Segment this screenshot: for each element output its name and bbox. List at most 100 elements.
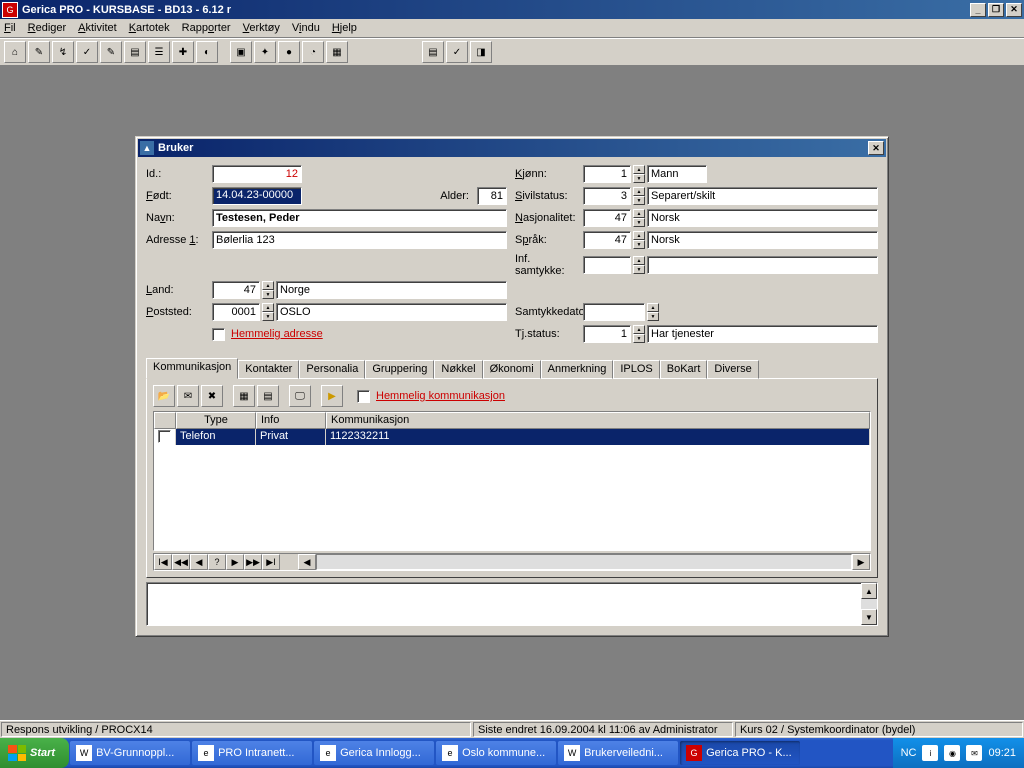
notes-textarea[interactable]: ▲ ▼ xyxy=(146,582,878,626)
toolbar-btn-4[interactable]: ✓ xyxy=(76,41,98,63)
poststed-name-field[interactable] xyxy=(276,303,507,321)
samtykkedato-field[interactable] xyxy=(583,303,645,321)
infsamtykke-name-field[interactable] xyxy=(647,256,878,274)
toolbar-btn-9[interactable]: ◐ xyxy=(196,41,218,63)
sivilstatus-code-field[interactable] xyxy=(583,187,631,205)
tab-anmerkning[interactable]: Anmerkning xyxy=(541,360,614,379)
row-checkbox[interactable] xyxy=(158,430,171,443)
sivilstatus-spinner[interactable]: ▲▼ xyxy=(633,187,645,205)
tjstatus-code-field[interactable] xyxy=(583,325,631,343)
toolbar-btn-8[interactable]: ✚ xyxy=(172,41,194,63)
panel-btn-view1[interactable]: ▦ xyxy=(233,385,255,407)
toolbar-btn-3[interactable]: ↯ xyxy=(52,41,74,63)
tab-nokkel[interactable]: Nøkkel xyxy=(434,360,482,379)
taskbar-item-4[interactable]: WBrukerveiledni... xyxy=(558,741,678,765)
kjonn-code-field[interactable] xyxy=(583,165,631,183)
panel-btn-delete[interactable]: ✖ xyxy=(201,385,223,407)
infsamtykke-spinner[interactable]: ▲▼ xyxy=(633,256,645,274)
infsamtykke-code-field[interactable] xyxy=(583,256,631,274)
navn-field[interactable] xyxy=(212,209,507,227)
sprak-name-field[interactable] xyxy=(647,231,878,249)
notes-scrollbar[interactable]: ▲ ▼ xyxy=(861,583,877,625)
nav-prevpage[interactable]: ◀◀ xyxy=(172,554,190,570)
panel-btn-view2[interactable]: ▤ xyxy=(257,385,279,407)
toolbar-btn-7[interactable]: ☰ xyxy=(148,41,170,63)
poststed-spinner[interactable]: ▲▼ xyxy=(262,303,274,321)
menu-rapporter[interactable]: Rapporter xyxy=(182,22,231,34)
toolbar-btn-11[interactable]: ✦ xyxy=(254,41,276,63)
menu-kartotek[interactable]: Kartotek xyxy=(129,22,170,34)
panel-btn-screen[interactable]: 🖵 xyxy=(289,385,311,407)
tab-kommunikasjon[interactable]: Kommunikasjon xyxy=(146,358,238,379)
tray-nc[interactable]: NC xyxy=(901,747,917,759)
menu-rediger[interactable]: Rediger xyxy=(28,22,67,34)
nasjonalitet-code-field[interactable] xyxy=(583,209,631,227)
table-row[interactable]: Telefon Privat 1122332211 xyxy=(154,429,870,445)
sivilstatus-name-field[interactable] xyxy=(647,187,878,205)
nav-scroll-left[interactable]: ◀ xyxy=(298,554,316,570)
tray-icon-3[interactable]: ✉ xyxy=(966,745,982,761)
id-field[interactable] xyxy=(212,165,302,183)
nav-last[interactable]: ▶I xyxy=(262,554,280,570)
nav-first[interactable]: I◀ xyxy=(154,554,172,570)
menu-aktivitet[interactable]: Aktivitet xyxy=(78,22,117,34)
kjonn-spinner[interactable]: ▲▼ xyxy=(633,165,645,183)
toolbar-btn-17[interactable]: ◨ xyxy=(470,41,492,63)
tray-icon-1[interactable]: i xyxy=(922,745,938,761)
scroll-up-icon[interactable]: ▲ xyxy=(861,583,877,599)
tjstatus-spinner[interactable]: ▲▼ xyxy=(633,325,645,343)
toolbar-btn-1[interactable]: ⌂ xyxy=(4,41,26,63)
tray-clock[interactable]: 09:21 xyxy=(988,747,1016,759)
tjstatus-name-field[interactable] xyxy=(647,325,878,343)
poststed-code-field[interactable] xyxy=(212,303,260,321)
tab-diverse[interactable]: Diverse xyxy=(707,360,758,379)
nav-prev[interactable]: ◀ xyxy=(190,554,208,570)
taskbar-item-0[interactable]: WBV-Grunnoppl... xyxy=(70,741,190,765)
toolbar-btn-5[interactable]: ✎ xyxy=(100,41,122,63)
tab-personalia[interactable]: Personalia xyxy=(299,360,365,379)
th-type[interactable]: Type xyxy=(176,412,256,429)
tab-iplos[interactable]: IPLOS xyxy=(613,360,659,379)
nasjonalitet-spinner[interactable]: ▲▼ xyxy=(633,209,645,227)
nav-next[interactable]: ▶ xyxy=(226,554,244,570)
toolbar-btn-13[interactable]: ◔ xyxy=(302,41,324,63)
toolbar-btn-10[interactable]: ▣ xyxy=(230,41,252,63)
panel-btn-edit[interactable]: ✉ xyxy=(177,385,199,407)
tab-kontakter[interactable]: Kontakter xyxy=(238,360,299,379)
taskbar-item-3[interactable]: eOslo kommune... xyxy=(436,741,556,765)
nasjonalitet-name-field[interactable] xyxy=(647,209,878,227)
tab-okonomi[interactable]: Økonomi xyxy=(483,360,541,379)
adresse1-field[interactable] xyxy=(212,231,507,249)
menu-vindu[interactable]: Vindu xyxy=(292,22,320,34)
land-name-field[interactable] xyxy=(276,281,507,299)
th-check[interactable] xyxy=(154,412,176,429)
bruker-close-button[interactable]: ✕ xyxy=(868,141,884,155)
restore-button[interactable]: ❐ xyxy=(988,3,1004,17)
nav-nextpage[interactable]: ▶▶ xyxy=(244,554,262,570)
tray-icon-2[interactable]: ◉ xyxy=(944,745,960,761)
tab-bokart[interactable]: BoKart xyxy=(660,360,708,379)
kjonn-name-field[interactable] xyxy=(647,165,707,183)
scroll-down-icon[interactable]: ▼ xyxy=(861,609,877,625)
th-info[interactable]: Info xyxy=(256,412,326,429)
sprak-spinner[interactable]: ▲▼ xyxy=(633,231,645,249)
taskbar-item-2[interactable]: eGerica Innlogg... xyxy=(314,741,434,765)
toolbar-btn-6[interactable]: ▤ xyxy=(124,41,146,63)
hemmelig-adresse-checkbox[interactable] xyxy=(212,328,225,341)
toolbar-btn-14[interactable]: ▦ xyxy=(326,41,348,63)
th-komm[interactable]: Kommunikasjon xyxy=(326,412,870,429)
land-spinner[interactable]: ▲▼ xyxy=(262,281,274,299)
close-button[interactable]: ✕ xyxy=(1006,3,1022,17)
toolbar-btn-2[interactable]: ✎ xyxy=(28,41,50,63)
land-code-field[interactable] xyxy=(212,281,260,299)
menu-fil[interactable]: Fil xyxy=(4,22,16,34)
minimize-button[interactable]: _ xyxy=(970,3,986,17)
fodt-field[interactable]: 14.04.23-00000 xyxy=(212,187,302,205)
start-button[interactable]: Start xyxy=(0,738,69,768)
nav-scroll-right[interactable]: ▶ xyxy=(852,554,870,570)
toolbar-btn-12[interactable]: ● xyxy=(278,41,300,63)
toolbar-btn-16[interactable]: ✓ xyxy=(446,41,468,63)
panel-btn-new[interactable]: 📂 xyxy=(153,385,175,407)
taskbar-item-5[interactable]: GGerica PRO - K... xyxy=(680,741,800,765)
sprak-code-field[interactable] xyxy=(583,231,631,249)
